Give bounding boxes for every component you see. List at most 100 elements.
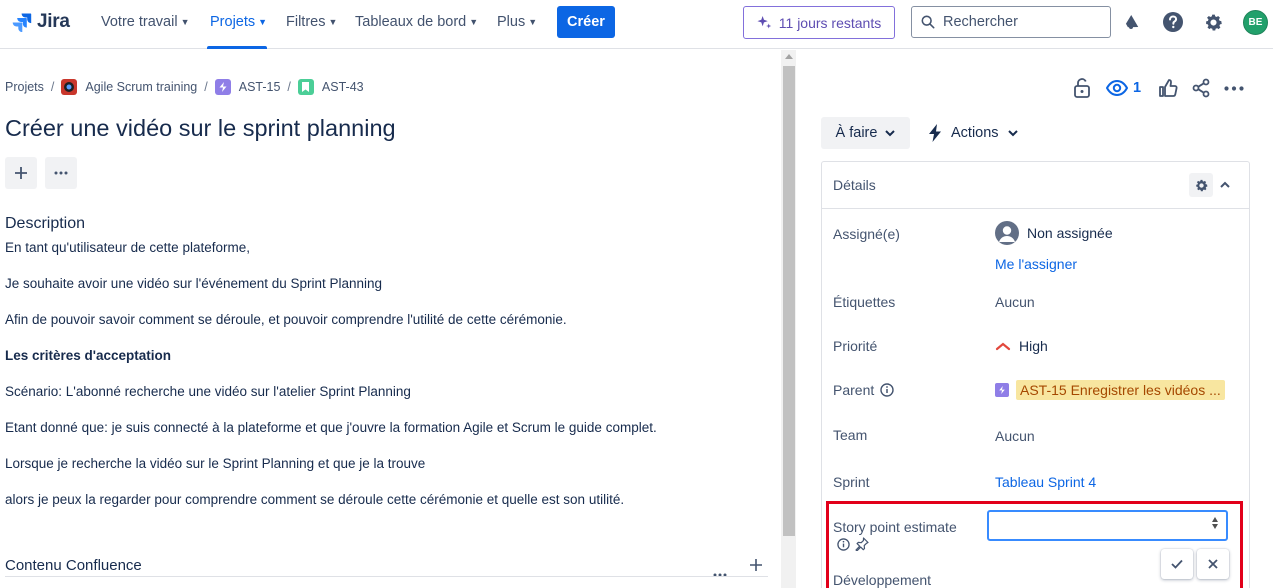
- description-subheading[interactable]: Les critères d'acceptation: [5, 348, 171, 363]
- create-button[interactable]: Créer: [557, 6, 615, 38]
- gear-icon: [1205, 14, 1222, 30]
- divider: [5, 576, 768, 577]
- more-button[interactable]: [45, 157, 77, 189]
- nav-tableaux-label: Tableaux de bord: [355, 14, 467, 30]
- priority-high-icon: [995, 342, 1011, 351]
- number-spinner[interactable]: [1212, 517, 1218, 529]
- epic-icon: [214, 79, 231, 95]
- help-button[interactable]: [1162, 11, 1184, 33]
- assignee-name: Non assignée: [1027, 225, 1113, 241]
- info-icon[interactable]: [837, 537, 850, 551]
- actions-dropdown[interactable]: Actions: [928, 117, 1018, 149]
- search-placeholder: Rechercher: [943, 14, 1018, 30]
- breadcrumb-epic[interactable]: AST-15: [239, 80, 281, 94]
- development-label: Développement: [833, 572, 932, 588]
- confirm-button[interactable]: [1161, 549, 1193, 579]
- add-button[interactable]: [5, 157, 37, 189]
- divider: [822, 208, 1249, 209]
- details-title[interactable]: Détails: [833, 177, 876, 193]
- issue-title[interactable]: Créer une vidéo sur le sprint planning: [5, 115, 396, 142]
- watch-button[interactable]: 1: [1106, 77, 1141, 99]
- priority-value[interactable]: High: [995, 338, 1048, 354]
- nav-votre-travail[interactable]: Votre travail ▼: [101, 14, 190, 30]
- breadcrumb-issue[interactable]: AST-43: [322, 80, 364, 94]
- breadcrumb: Projets / Agile Scrum training / AST-15 …: [5, 79, 364, 95]
- user-avatar[interactable]: BE: [1243, 10, 1268, 35]
- cancel-button[interactable]: [1197, 549, 1229, 579]
- labels-value[interactable]: Aucun: [995, 294, 1035, 310]
- chevron-down-icon: [1007, 129, 1018, 136]
- breadcrumb-projets[interactable]: Projets: [5, 80, 44, 94]
- epic-icon: [995, 383, 1009, 397]
- sprint-link[interactable]: Tableau Sprint 4: [995, 474, 1096, 490]
- parent-label: Parent: [833, 382, 894, 398]
- description-heading: Description: [5, 215, 86, 232]
- assignee-value[interactable]: Non assignée: [995, 221, 1113, 245]
- watch-count: 1: [1133, 80, 1142, 96]
- spin-down-icon[interactable]: [1212, 524, 1218, 529]
- parent-value[interactable]: AST-15 Enregistrer les vidéos ...: [995, 380, 1225, 400]
- jira-logo[interactable]: Jira: [12, 11, 70, 33]
- chevron-down-icon: ▼: [528, 17, 538, 27]
- breadcrumb-project[interactable]: Agile Scrum training: [85, 80, 197, 94]
- chevron-down-icon: ▼: [258, 17, 268, 27]
- description-paragraph[interactable]: Afin de pouvoir savoir comment se déroul…: [5, 312, 567, 327]
- scrollbar-thumb[interactable]: [783, 66, 795, 536]
- status-dropdown[interactable]: À faire: [821, 117, 910, 149]
- description-paragraph[interactable]: alors je peux la regarder pour comprendr…: [5, 492, 624, 507]
- pin-icon[interactable]: [855, 537, 869, 551]
- chevron-down-icon: ▼: [469, 17, 479, 27]
- trial-button[interactable]: 11 jours restants: [743, 6, 895, 39]
- collapse-details-button[interactable]: [1218, 177, 1232, 191]
- team-label: Team: [833, 427, 868, 443]
- lightning-icon: [929, 124, 941, 142]
- search-icon: [921, 15, 935, 29]
- spin-up-icon[interactable]: [1212, 517, 1218, 522]
- chevron-down-icon: ▼: [328, 17, 338, 27]
- nav-votre-travail-label: Votre travail: [101, 14, 178, 30]
- user-avatar-icon: [995, 221, 1019, 245]
- scroll-up-arrow[interactable]: [785, 54, 793, 59]
- assign-to-me-link[interactable]: Me l'assigner: [995, 256, 1077, 272]
- settings-button[interactable]: [1202, 11, 1224, 33]
- status-label: À faire: [835, 125, 878, 141]
- nav-active-indicator: [207, 46, 267, 49]
- info-icon[interactable]: [880, 383, 894, 397]
- confluence-more-button[interactable]: [713, 564, 727, 582]
- check-icon: [1171, 559, 1183, 569]
- confluence-add-button[interactable]: [749, 558, 763, 577]
- more-icon: [54, 171, 68, 175]
- team-value[interactable]: Aucun: [995, 428, 1035, 444]
- search-input[interactable]: Rechercher: [911, 6, 1111, 38]
- story-points-input[interactable]: [987, 510, 1228, 541]
- details-settings-button[interactable]: [1189, 173, 1213, 197]
- labels-label: Étiquettes: [833, 294, 896, 310]
- story-icon: [297, 79, 314, 95]
- description-paragraph[interactable]: Lorsque je recherche la vidéo sur le Spr…: [5, 456, 425, 471]
- description-paragraph[interactable]: Je souhaite avoir une vidéo sur l'événem…: [5, 276, 382, 291]
- unlock-icon: [1074, 78, 1090, 98]
- description-paragraph[interactable]: En tant qu'utilisateur de cette platefor…: [5, 240, 250, 255]
- close-icon: [1208, 559, 1218, 569]
- vote-button[interactable]: [1158, 77, 1178, 99]
- eye-icon: [1106, 80, 1128, 96]
- share-icon: [1192, 78, 1210, 98]
- description-paragraph[interactable]: Etant donné que: je suis connecté à la p…: [5, 420, 657, 435]
- story-points-icons: [837, 537, 869, 551]
- restrictions-button[interactable]: [1073, 77, 1091, 99]
- plus-icon: [15, 167, 27, 179]
- more-actions-button[interactable]: [1224, 77, 1244, 99]
- nav-tableaux-de-bord[interactable]: Tableaux de bord ▼: [355, 14, 478, 30]
- gear-icon: [1195, 179, 1207, 191]
- description-paragraph[interactable]: Scénario: L'abonné recherche une vidéo s…: [5, 384, 411, 399]
- priority-text: High: [1019, 338, 1048, 354]
- project-avatar-icon: [61, 79, 78, 95]
- share-button[interactable]: [1191, 77, 1211, 99]
- megaphone-icon: [1125, 14, 1139, 29]
- more-icon: [1224, 85, 1244, 91]
- notifications-button[interactable]: [1122, 11, 1144, 33]
- nav-plus[interactable]: Plus ▼: [497, 14, 537, 30]
- parent-chip: AST-15 Enregistrer les vidéos ...: [1016, 380, 1225, 400]
- nav-filtres[interactable]: Filtres ▼: [286, 14, 337, 30]
- nav-projets[interactable]: Projets ▼: [210, 14, 267, 30]
